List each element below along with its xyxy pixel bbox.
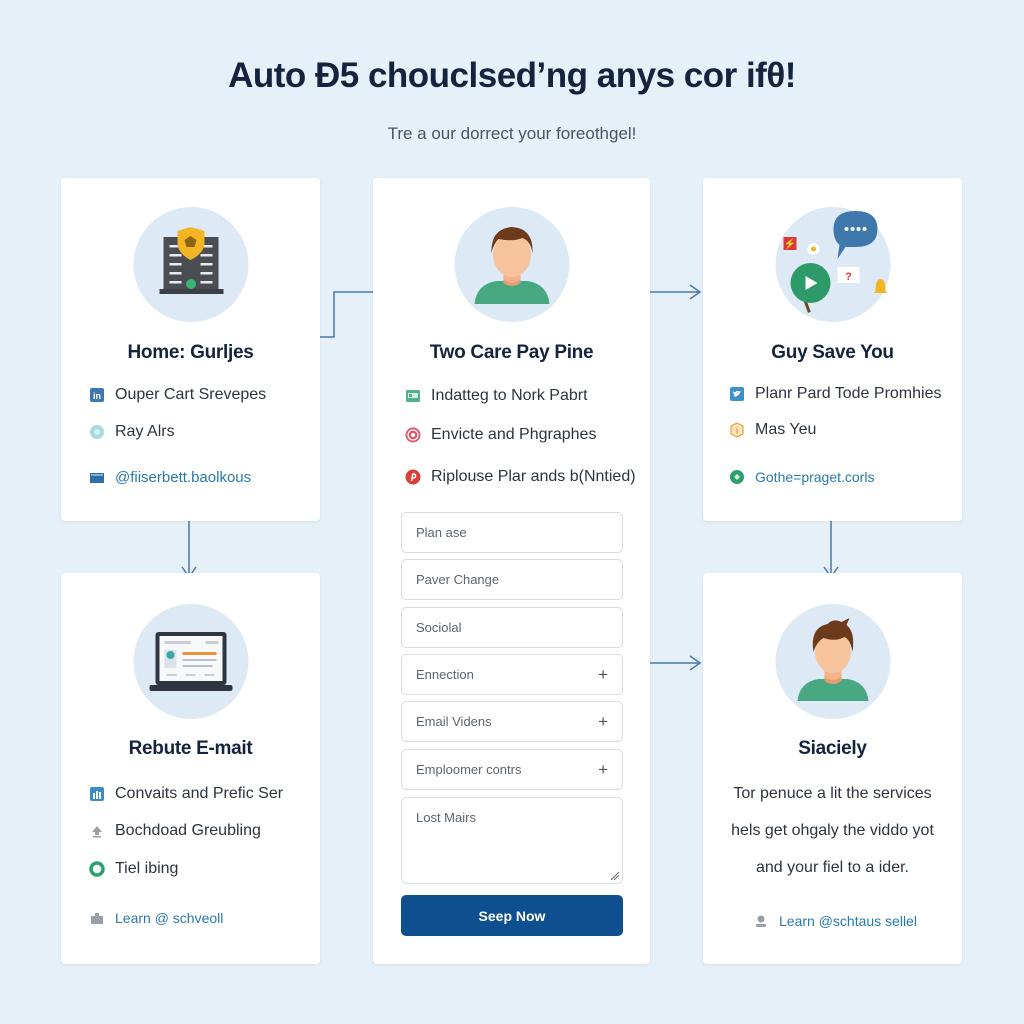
card-email: Rebute E-mait Convaits and Prefic Ser Bo… bbox=[61, 573, 320, 964]
connection-select[interactable]: Ennection + bbox=[401, 654, 623, 695]
list-item: Riplouse Plar ands b(Nntied) bbox=[405, 468, 640, 486]
svg-text:i: i bbox=[736, 427, 738, 436]
list-item: i Mas Yeu bbox=[729, 421, 952, 439]
list-item: Bochdoad Greubling bbox=[89, 822, 310, 840]
arrow-home-to-email bbox=[181, 519, 197, 579]
submit-button[interactable]: Seep Now bbox=[401, 895, 623, 936]
list-item: Envicte and Phgraphes bbox=[405, 426, 640, 444]
list-item: Ray Alrs bbox=[89, 423, 310, 441]
plus-icon[interactable]: + bbox=[598, 760, 608, 780]
upload-icon bbox=[89, 823, 105, 839]
list-item: Tiel ibing bbox=[89, 860, 310, 878]
person-icon bbox=[753, 913, 769, 929]
resize-handle-icon[interactable] bbox=[608, 869, 620, 881]
notes-textarea[interactable]: Lost Mairs bbox=[401, 797, 623, 884]
email-icon bbox=[89, 470, 105, 486]
employer-select[interactable]: Emploomer contrs + bbox=[401, 749, 623, 790]
website-link[interactable]: Gothe=praget.corls bbox=[729, 469, 952, 485]
info-badge-icon: i bbox=[729, 422, 745, 438]
globe-icon bbox=[729, 469, 745, 485]
card-save: ⚡ ? Guy Save You Planr Pard Tode Promhie… bbox=[703, 178, 962, 521]
card-title: Home: Gurljes bbox=[127, 342, 254, 363]
svg-text:⚡: ⚡ bbox=[783, 237, 795, 250]
connector-home-to-pay bbox=[318, 291, 374, 338]
card-title: Two Care Pay Pine bbox=[429, 342, 594, 363]
twitter-icon bbox=[729, 386, 745, 402]
description-line: hels get ohgaly the viddo yot bbox=[731, 822, 934, 839]
learn-link[interactable]: Learn @schtaus sellel bbox=[753, 913, 952, 929]
plus-icon[interactable]: + bbox=[598, 712, 608, 732]
change-field[interactable]: Paver Change bbox=[401, 559, 623, 600]
plan-field[interactable]: Plan ase bbox=[401, 512, 623, 553]
briefcase-icon bbox=[89, 910, 105, 926]
list-item: Indatteg to Nork Pabrt bbox=[405, 387, 640, 405]
pinterest-icon bbox=[405, 469, 421, 485]
card-home: Home: Gurljes in Ouper Cart Srevepes Ray… bbox=[61, 178, 320, 521]
laptop-icon bbox=[133, 604, 248, 719]
instagram-icon bbox=[405, 427, 421, 443]
linkedin-icon: in bbox=[89, 387, 105, 403]
plus-icon[interactable]: + bbox=[598, 665, 608, 685]
arrow-pay-to-society bbox=[648, 655, 702, 671]
card-title: Rebute E-mait bbox=[128, 738, 253, 759]
card-title: Siaciely bbox=[798, 738, 867, 759]
social-chat-icon: ⚡ ? bbox=[775, 207, 890, 322]
learn-link[interactable]: Learn @ schveoll bbox=[89, 910, 310, 926]
list-item: Planr Pard Tode Promhies bbox=[729, 385, 952, 403]
social-field[interactable]: Sociolal bbox=[401, 607, 623, 648]
ring-icon bbox=[89, 861, 105, 877]
description-line: Tor penuce a lit the services bbox=[733, 785, 932, 802]
svg-text:in: in bbox=[93, 391, 101, 401]
user-avatar-icon bbox=[775, 604, 890, 719]
card-society: Siaciely Tor penuce a lit the services h… bbox=[703, 573, 962, 964]
email-select[interactable]: Email Videns + bbox=[401, 701, 623, 742]
arrow-save-to-society bbox=[823, 519, 839, 579]
page-subtitle: Tre a our dorrect your foreothgel! bbox=[387, 124, 637, 143]
secure-building-icon bbox=[133, 207, 248, 322]
card-title: Guy Save You bbox=[771, 342, 894, 363]
arrow-pay-to-save bbox=[648, 284, 702, 300]
user-avatar-icon bbox=[454, 207, 569, 322]
chart-icon bbox=[89, 786, 105, 802]
list-item: in Ouper Cart Srevepes bbox=[89, 386, 310, 404]
page-title: Auto Đ5 chouclsed’ng anys cor ifθ! bbox=[228, 56, 796, 95]
card-pay-form: Two Care Pay Pine Indatteg to Nork Pabrt… bbox=[373, 178, 650, 964]
list-item: Convaits and Prefic Ser bbox=[89, 785, 310, 803]
description-line: and your fiel to a ider. bbox=[756, 859, 909, 876]
svg-text:?: ? bbox=[845, 271, 852, 283]
circle-badge-icon bbox=[89, 424, 105, 440]
email-link[interactable]: @fiiserbett.baolkous bbox=[89, 469, 310, 486]
id-card-icon bbox=[405, 388, 421, 404]
